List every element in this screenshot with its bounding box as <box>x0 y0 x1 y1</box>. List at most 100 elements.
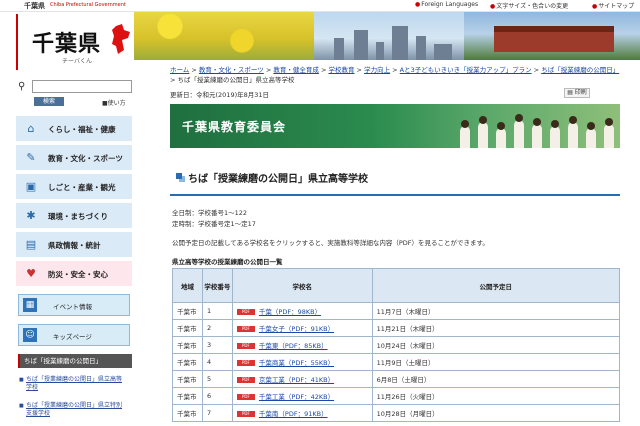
cell-school: PDF 千葉（PDF：98KB） <box>231 302 373 320</box>
table-row: 千葉市 2 PDF 千葉女子（PDF：91KB） 11月21日（木曜日） <box>172 319 621 337</box>
pen-icon: ✎ <box>26 151 36 164</box>
breadcrumb-item[interactable]: 教育・健全育成 <box>273 66 319 74</box>
cell-area: 千葉市 <box>172 353 203 371</box>
info-parttime: 定時制：学校番号定1～定17 <box>172 220 256 228</box>
cell-school: PDF 千葉東（PDF：85KB） <box>231 336 373 354</box>
sidebar-link-high-schools[interactable]: ちば「授業練磨の公開日」県立高等学校 <box>19 376 126 392</box>
info-fulltime: 全日制：学校番号1～122 <box>172 209 248 217</box>
top-bar: 千葉県 Chiba Prefectural Government ●Foreig… <box>0 0 640 12</box>
logo-text: 千葉県 <box>32 31 102 57</box>
breadcrumb-current: ちば「授業練磨の公開日」県立高等学校 <box>177 76 295 84</box>
kids-page-button[interactable]: ☺ キッズページ <box>18 324 130 346</box>
nav-item-government[interactable]: ▤ 県政情報・統計 <box>16 232 132 258</box>
text-size-icon: ● <box>490 3 496 10</box>
cell-date: 10月24日（木曜日） <box>371 336 621 354</box>
chiba-mascot-icon <box>112 24 130 54</box>
header-area: 地域 <box>172 268 203 303</box>
breadcrumb-item[interactable]: 学校教育 <box>328 66 354 74</box>
search-howto-link[interactable]: ■使い方 <box>102 98 126 107</box>
site-logo[interactable]: 千葉県 チーバくん <box>16 14 132 70</box>
hero-banner: 千葉県教育委員会 <box>170 104 620 148</box>
table-header-row: 地域 学校番号 学校名 公開予定日 <box>172 268 621 303</box>
table-row: 千葉市 6 PDF 千葉工業（PDF：42KB） 11月26日（火曜日） <box>172 387 621 405</box>
cell-school: PDF 千葉南（PDF：91KB） <box>231 404 373 422</box>
kids-icon: ☺ <box>23 328 37 342</box>
house-icon: ⌂ <box>27 122 35 135</box>
cell-number: 4 <box>201 353 233 371</box>
pdf-icon: PDF <box>236 377 255 383</box>
search-area: ⚲ <box>16 80 132 94</box>
header-banner <box>134 12 640 60</box>
cell-school: PDF 千葉女子（PDF：91KB） <box>231 319 373 337</box>
info-instructions: 公開予定日の記載してある学校名をクリックすると、実施教科等詳細な内容（PDF）を… <box>172 239 489 247</box>
calendar-icon: ▦ <box>23 298 37 312</box>
sidebar-current-section[interactable]: ちば「授業練磨の公開日」 <box>18 354 132 368</box>
cell-number: 3 <box>201 336 233 354</box>
cell-number: 2 <box>201 319 233 337</box>
school-pdf-link[interactable]: 千葉女子（PDF：91KB） <box>259 325 334 333</box>
breadcrumb-item[interactable]: 教育・文化・スポーツ <box>199 66 264 74</box>
search-button[interactable]: 検索 <box>34 97 64 106</box>
cell-date: 11月7日（木曜日） <box>371 302 621 320</box>
nav-item-environment[interactable]: ✱ 環境・まちづくり <box>16 203 132 229</box>
briefcase-icon: ▣ <box>25 180 37 193</box>
cell-area: 千葉市 <box>172 404 203 422</box>
pdf-icon: PDF <box>236 411 255 417</box>
foreign-languages-link[interactable]: ●Foreign Languages <box>415 1 478 8</box>
school-pdf-link[interactable]: 千葉南（PDF：91KB） <box>259 410 328 418</box>
table-row: 千葉市 3 PDF 千葉東（PDF：85KB） 10月24日（木曜日） <box>172 336 621 354</box>
cell-school: PDF 京葉工業（PDF：41KB） <box>231 370 373 388</box>
hero-title: 千葉県教育委員会 <box>182 120 287 134</box>
school-pdf-link[interactable]: 千葉商業（PDF：55KB） <box>259 359 334 367</box>
header-school-number: 学校番号 <box>201 268 233 303</box>
town-icon: ✱ <box>26 209 36 222</box>
school-pdf-link[interactable]: 京葉工業（PDF：41KB） <box>259 376 334 384</box>
cell-date: 11月26日（火曜日） <box>371 387 621 405</box>
sitemap-link[interactable]: ●サイトマップ <box>592 1 634 10</box>
breadcrumb-item[interactable]: ちば「授業練磨の公開日」 <box>541 66 619 74</box>
cell-area: 千葉市 <box>172 387 203 405</box>
cell-date: 11月9日（土曜日） <box>371 353 621 371</box>
print-button[interactable]: ▤ 印刷 <box>564 88 590 98</box>
event-info-button[interactable]: ▦ イベント情報 <box>18 294 130 316</box>
printer-icon: ▤ <box>567 89 573 96</box>
school-pdf-link[interactable]: 千葉工業（PDF：42KB） <box>259 393 334 401</box>
banner-city-skyline <box>314 12 464 60</box>
cell-date: 11月21日（木曜日） <box>371 319 621 337</box>
cell-number: 1 <box>201 302 233 320</box>
nav-item-education[interactable]: ✎ 教育・文化・スポーツ <box>16 145 132 171</box>
pdf-icon: PDF <box>236 394 255 400</box>
table-row: 千葉市 5 PDF 京葉工業（PDF：41KB） 6月8日（土曜日） <box>172 370 621 388</box>
heart-icon: ♥ <box>26 267 36 280</box>
school-pdf-link[interactable]: 千葉（PDF：98KB） <box>259 308 321 316</box>
breadcrumb-item[interactable]: ホーム <box>170 66 189 74</box>
text-size-link[interactable]: ●文字サイズ・色合いの変更 <box>490 1 568 10</box>
table-row: 千葉市 7 PDF 千葉南（PDF：91KB） 10月28日（月曜日） <box>172 404 621 422</box>
sitemap-icon: ● <box>592 3 598 10</box>
cell-area: 千葉市 <box>172 370 203 388</box>
pdf-icon: PDF <box>236 326 255 332</box>
table-row: 千葉市 1 PDF 千葉（PDF：98KB） 11月7日（木曜日） <box>172 302 621 320</box>
breadcrumb: ホーム > 教育・文化・スポーツ > 教育・健全育成 > 学校教育 > 学力向上… <box>170 66 620 84</box>
school-pdf-link[interactable]: 千葉東（PDF：85KB） <box>259 342 328 350</box>
breadcrumb-item[interactable]: Aと3子どもいきいき「授業力アップ」プラン <box>400 66 532 74</box>
breadcrumb-item[interactable]: 学力向上 <box>364 66 390 74</box>
sidebar-link-special-schools[interactable]: ちば「授業練磨の公開日」県立特別支援学校 <box>19 402 126 418</box>
globe-icon: ● <box>415 1 421 8</box>
nav-item-safety[interactable]: ♥ 防災・安全・安心 <box>16 261 132 287</box>
cell-area: 千葉市 <box>172 302 203 320</box>
cell-number: 7 <box>201 404 233 422</box>
page-title: ちば「授業練磨の公開日」県立高等学校 <box>170 166 620 196</box>
pdf-icon: PDF <box>236 309 255 315</box>
table-caption: 県立高等学校の授業練磨の公開日一覧 <box>172 258 283 266</box>
updated-date: 更新日：令和元(2019)年8月31日 <box>170 91 270 99</box>
nav-item-work[interactable]: ▣ しごと・産業・観光 <box>16 174 132 200</box>
logo-subtext: チーバくん <box>62 58 92 65</box>
nav-item-living[interactable]: ⌂ くらし・福祉・健康 <box>16 116 132 142</box>
brand-label: 千葉県 <box>24 2 45 10</box>
cell-school: PDF 千葉商業（PDF：55KB） <box>231 353 373 371</box>
heading-marker-icon <box>176 173 182 179</box>
cell-date: 10月28日（月曜日） <box>371 404 621 422</box>
table-row: 千葉市 4 PDF 千葉商業（PDF：55KB） 11月9日（土曜日） <box>172 353 621 371</box>
search-input[interactable] <box>32 80 132 93</box>
